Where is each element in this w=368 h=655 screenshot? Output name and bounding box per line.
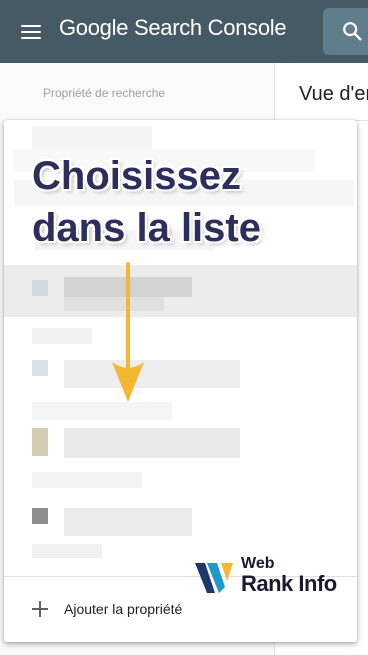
add-property-label: Ajouter la propriété: [64, 601, 183, 617]
site-favicon: [32, 428, 48, 456]
list-item[interactable]: [32, 126, 152, 150]
caption-line-2: dans la liste: [32, 206, 261, 250]
logo-mark-icon: [195, 563, 233, 593]
list-item-text[interactable]: [64, 508, 192, 536]
app-title[interactable]: Google Search Console: [59, 15, 287, 41]
site-favicon: [32, 280, 48, 296]
menu-icon[interactable]: [16, 18, 46, 46]
list-item-text[interactable]: [64, 360, 240, 388]
list-item-text[interactable]: [64, 428, 240, 458]
list-item[interactable]: [32, 544, 102, 558]
caption-line-1: Choisissez: [32, 154, 241, 198]
property-selector-label: Propriété de recherche: [43, 86, 166, 100]
search-icon: [343, 22, 362, 41]
search-button[interactable]: [323, 8, 368, 55]
site-favicon: [32, 508, 48, 524]
list-item[interactable]: [32, 328, 92, 344]
list-item[interactable]: [32, 402, 172, 420]
annotation-caption: Choisissez dans la liste: [32, 150, 261, 254]
plus-icon: [32, 601, 48, 617]
site-favicon: [32, 360, 48, 376]
annotation-arrow-icon: [112, 262, 144, 402]
logo-text-rankinfo: Rank Info: [241, 571, 337, 596]
list-item[interactable]: [32, 472, 142, 488]
webrankinfo-logo: Web Rank Info: [193, 555, 343, 601]
page-title: Vue d'en: [299, 83, 368, 105]
app-bar: Google Search Console: [0, 0, 368, 63]
